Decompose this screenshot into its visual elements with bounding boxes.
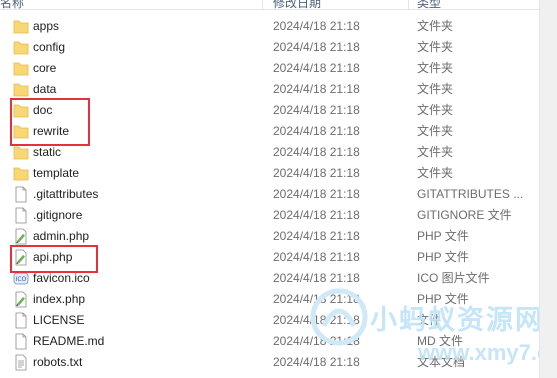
file-icon bbox=[13, 186, 29, 203]
file-type: 文件夹 bbox=[417, 61, 454, 75]
file-name[interactable]: config bbox=[33, 37, 65, 58]
file-type: GITATTRIBUTES ... bbox=[417, 187, 524, 201]
file-name[interactable]: core bbox=[33, 58, 56, 79]
highlight-box-api bbox=[10, 245, 98, 273]
file-name[interactable]: README.md bbox=[33, 331, 104, 352]
folder-icon bbox=[13, 81, 29, 98]
file-name[interactable]: data bbox=[33, 79, 56, 100]
file-row[interactable]: config 2024/4/18 21:18 文件夹 bbox=[0, 37, 532, 58]
file-modified-date: 2024/4/18 21:18 bbox=[273, 40, 360, 54]
file-row[interactable]: data 2024/4/18 21:18 文件夹 bbox=[0, 79, 532, 100]
file-type: 文件夹 bbox=[417, 40, 454, 54]
column-header-date[interactable]: 修改日期 bbox=[273, 0, 321, 9]
highlight-box-folders bbox=[10, 98, 90, 146]
file-modified-date: 2024/4/18 21:18 bbox=[273, 208, 360, 222]
file-type: 文件夹 bbox=[417, 103, 454, 117]
file-icon bbox=[13, 207, 29, 224]
watermark-text: 小蚂蚁资源网 bbox=[370, 305, 544, 335]
file-modified-date: 2024/4/18 21:18 bbox=[273, 166, 360, 180]
file-type: GITIGNORE 文件 bbox=[417, 208, 512, 222]
file-modified-date: 2024/4/18 21:18 bbox=[273, 19, 360, 33]
file-type: 文件夹 bbox=[417, 166, 454, 180]
file-icon bbox=[13, 312, 29, 329]
column-header-name[interactable]: 名称 bbox=[0, 0, 24, 9]
file-row[interactable]: .gitignore 2024/4/18 21:18 GITIGNORE 文件 bbox=[0, 205, 532, 226]
watermark-url: www.xmy7.com bbox=[418, 340, 557, 365]
column-header-bar: 名称 修改日期 类型 bbox=[0, 0, 557, 10]
file-name[interactable]: index.php bbox=[33, 289, 85, 310]
file-modified-date: 2024/4/18 21:18 bbox=[273, 82, 360, 96]
file-modified-date: 2024/4/18 21:18 bbox=[273, 355, 360, 369]
file-modified-date: 2024/4/18 21:18 bbox=[273, 124, 360, 138]
file-type: 文件夹 bbox=[417, 82, 454, 96]
file-row[interactable]: template 2024/4/18 21:18 文件夹 bbox=[0, 163, 532, 184]
file-modified-date: 2024/4/18 21:18 bbox=[273, 187, 360, 201]
watermark-logo-icon bbox=[310, 288, 368, 346]
file-type: PHP 文件 bbox=[417, 229, 469, 243]
file-row[interactable]: admin.php 2024/4/18 21:18 PHP 文件 bbox=[0, 226, 532, 247]
file-type: 文件夹 bbox=[417, 145, 454, 159]
file-type: 文件夹 bbox=[417, 19, 454, 33]
folder-icon bbox=[13, 39, 29, 56]
file-row[interactable]: .gitattributes 2024/4/18 21:18 GITATTRIBUT… bbox=[0, 184, 532, 205]
file-name[interactable]: LICENSE bbox=[33, 310, 84, 331]
folder-icon bbox=[13, 18, 29, 35]
file-modified-date: 2024/4/18 21:18 bbox=[273, 250, 360, 264]
file-icon bbox=[13, 333, 29, 350]
file-modified-date: 2024/4/18 21:18 bbox=[273, 271, 360, 285]
column-divider[interactable] bbox=[408, 0, 409, 9]
file-name[interactable]: .gitignore bbox=[33, 205, 82, 226]
svg-text:ICO: ICO bbox=[16, 276, 27, 283]
file-type: 文件夹 bbox=[417, 124, 454, 138]
file-modified-date: 2024/4/18 21:18 bbox=[273, 229, 360, 243]
file-name[interactable]: apps bbox=[33, 16, 59, 37]
file-modified-date: 2024/4/18 21:18 bbox=[273, 103, 360, 117]
column-header-type[interactable]: 类型 bbox=[417, 0, 441, 9]
folder-icon bbox=[13, 165, 29, 182]
folder-icon bbox=[13, 144, 29, 161]
file-type: ICO 图片文件 bbox=[417, 271, 490, 285]
php-file-icon bbox=[13, 228, 29, 245]
text-file-icon bbox=[13, 354, 29, 371]
file-name[interactable]: template bbox=[33, 163, 79, 184]
file-name[interactable]: admin.php bbox=[33, 226, 89, 247]
php-file-icon bbox=[13, 291, 29, 308]
folder-icon bbox=[13, 60, 29, 77]
file-row[interactable]: core 2024/4/18 21:18 文件夹 bbox=[0, 58, 532, 79]
file-modified-date: 2024/4/18 21:18 bbox=[273, 145, 360, 159]
file-type: PHP 文件 bbox=[417, 250, 469, 264]
file-row[interactable]: apps 2024/4/18 21:18 文件夹 bbox=[0, 16, 532, 37]
file-modified-date: 2024/4/18 21:18 bbox=[273, 61, 360, 75]
column-divider[interactable] bbox=[262, 0, 263, 9]
vertical-scrollbar[interactable] bbox=[539, 0, 557, 378]
file-name[interactable]: .gitattributes bbox=[33, 184, 98, 205]
file-name[interactable]: robots.txt bbox=[33, 352, 82, 373]
